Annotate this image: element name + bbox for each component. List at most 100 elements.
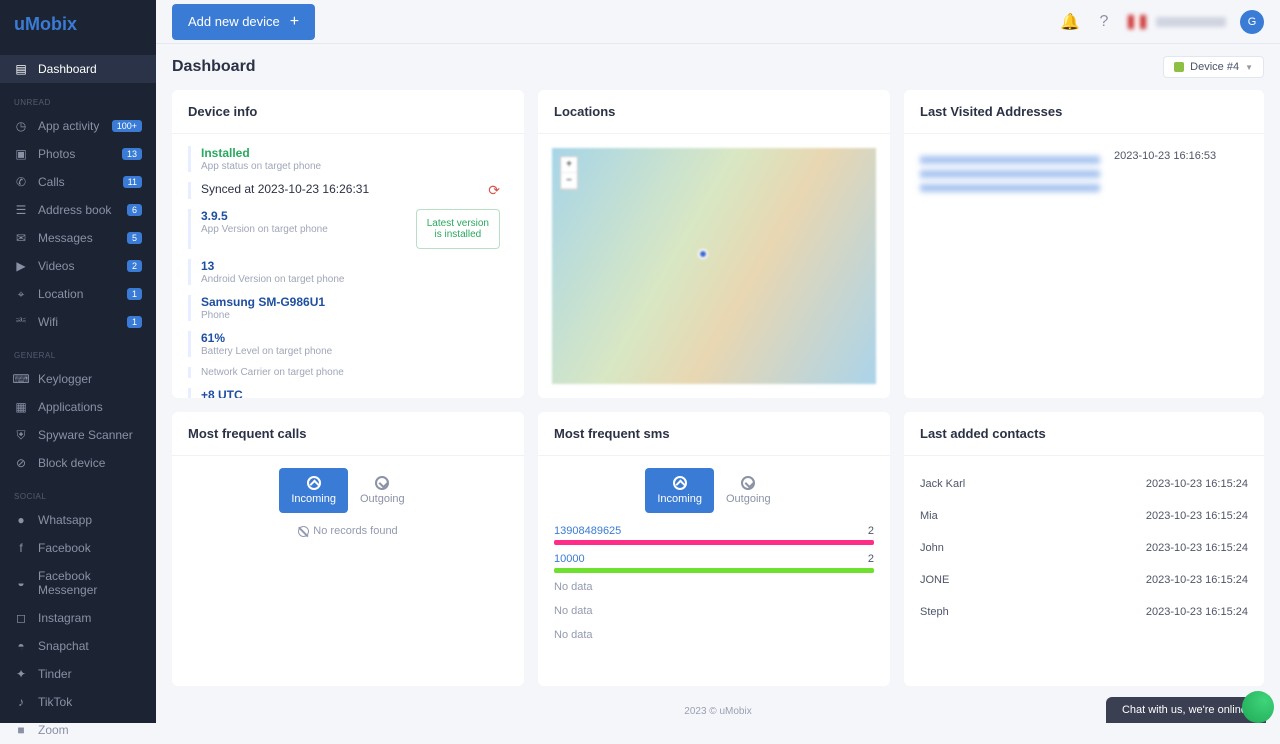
sidebar-section-unread: UNREAD (0, 83, 156, 112)
card-title: Last added contacts (904, 412, 1264, 456)
incoming-icon (307, 476, 321, 490)
sidebar-item-calls[interactable]: ✆ Calls 11 (0, 168, 156, 196)
messenger-icon: ◒ (14, 576, 28, 590)
badge: 1 (127, 316, 142, 328)
shield-icon: ⛨ (14, 428, 28, 442)
sms-number-link[interactable]: 13908489625 (554, 525, 621, 537)
sidebar-item-label: Zoom (38, 723, 142, 737)
zoom-out-icon[interactable]: − (561, 173, 577, 189)
sidebar-item-keylogger[interactable]: ⌨ Keylogger (0, 365, 156, 393)
dashboard-icon: ▤ (14, 62, 28, 76)
tab-outgoing[interactable]: Outgoing (348, 468, 417, 513)
card-calls: Most frequent calls Incoming Outgoing No… (172, 412, 524, 686)
logo[interactable]: uMobix (0, 0, 156, 35)
sms-count: 2 (868, 553, 874, 565)
badge: 100+ (112, 120, 142, 132)
avatar[interactable]: G (1240, 10, 1264, 34)
sidebar-item-tinder[interactable]: ✦ Tinder (0, 660, 156, 688)
sidebar-item-messenger[interactable]: ◒ Facebook Messenger (0, 562, 156, 604)
latest-version-pill: Latest version is installed (416, 209, 500, 249)
device-selector[interactable]: Device #4 ▼ (1163, 56, 1264, 78)
sidebar-item-label: Photos (38, 147, 112, 161)
sidebar-item-label: Facebook Messenger (38, 569, 142, 597)
video-icon: ▶ (14, 259, 28, 273)
version-pill-l1: Latest version (427, 218, 489, 229)
sidebar-item-block[interactable]: ⊘ Block device (0, 449, 156, 477)
sidebar-item-applications[interactable]: ▦ Applications (0, 393, 156, 421)
sidebar-item-location[interactable]: ⌖ Location 1 (0, 280, 156, 308)
sidebar-item-videos[interactable]: ▶ Videos 2 (0, 252, 156, 280)
sidebar-item-instagram[interactable]: ◻ Instagram (0, 604, 156, 632)
tab-outgoing[interactable]: Outgoing (714, 468, 783, 513)
tab-incoming[interactable]: Incoming (645, 468, 714, 513)
sidebar-item-label: Dashboard (38, 62, 142, 76)
contact-row: JONE2023-10-23 16:15:24 (920, 564, 1248, 596)
map[interactable]: +− (552, 148, 876, 384)
refresh-icon[interactable]: ⟳ (488, 182, 500, 199)
no-records: No records found (188, 525, 508, 537)
sidebar-item-zoom[interactable]: ■ Zoom (0, 716, 156, 744)
sidebar-item-snapchat[interactable]: ◓ Snapchat (0, 632, 156, 660)
activity-icon: ◷ (14, 119, 28, 133)
contact-timestamp: 2023-10-23 16:15:24 (1146, 478, 1248, 490)
sidebar-item-whatsapp[interactable]: ● Whatsapp (0, 506, 156, 534)
zoom-in-icon[interactable]: + (561, 157, 577, 173)
dashboard-grid: Device info Installed App status on targ… (156, 90, 1280, 700)
sidebar-item-label: Calls (38, 175, 113, 189)
sidebar-item-photos[interactable]: ▣ Photos 13 (0, 140, 156, 168)
contact-timestamp: 2023-10-23 16:15:24 (1146, 574, 1248, 586)
tab-label: Outgoing (726, 493, 771, 505)
sidebar-item-tiktok[interactable]: ♪ TikTok (0, 688, 156, 716)
sidebar-item-app-activity[interactable]: ◷ App activity 100+ (0, 112, 156, 140)
sidebar-item-address-book[interactable]: ☰ Address book 6 (0, 196, 156, 224)
sidebar-item-label: Instagram (38, 611, 142, 625)
user-name-blurred (1156, 17, 1226, 27)
tab-incoming[interactable]: Incoming (279, 468, 348, 513)
chevron-down-icon: ▼ (1245, 63, 1253, 72)
help-icon[interactable]: ? (1094, 12, 1114, 32)
map-zoom-controls[interactable]: +− (560, 156, 578, 190)
photo-icon: ▣ (14, 147, 28, 161)
add-device-button[interactable]: Add new device + (172, 4, 315, 40)
sidebar-item-messages[interactable]: ✉ Messages 5 (0, 224, 156, 252)
no-data: No data (554, 581, 874, 593)
chat-widget[interactable]: Chat with us, we're online! (1106, 697, 1266, 723)
sidebar-item-label: Spyware Scanner (38, 428, 142, 442)
incoming-icon (673, 476, 687, 490)
phone-icon: ✆ (14, 175, 28, 189)
whatsapp-icon: ● (14, 513, 28, 527)
sidebar-item-dashboard[interactable]: ▤ Dashboard (0, 55, 156, 83)
ban-icon (298, 526, 309, 537)
sidebar-item-facebook[interactable]: f Facebook (0, 534, 156, 562)
main: Add new device + 🔔 ? G Dashboard Device … (156, 0, 1280, 723)
contact-name: Steph (920, 606, 949, 618)
tab-label: Incoming (657, 493, 702, 505)
block-icon: ⊘ (14, 456, 28, 470)
tz-value: +8 UTC (201, 388, 500, 398)
topbar: Add new device + 🔔 ? G (156, 0, 1280, 44)
sidebar-item-wifi[interactable]: ⎃ Wifi 1 (0, 308, 156, 336)
sms-number-link[interactable]: 10000 (554, 553, 585, 565)
sidebar-item-spyware[interactable]: ⛨ Spyware Scanner (0, 421, 156, 449)
calls-toggle: Incoming Outgoing (188, 468, 508, 513)
contact-name: Jack Karl (920, 478, 965, 490)
card-body: Installed App status on target phone Syn… (172, 134, 524, 398)
contact-timestamp: 2023-10-23 16:15:24 (1146, 510, 1248, 522)
sidebar-item-label: Block device (38, 456, 142, 470)
notifications-icon[interactable]: 🔔 (1060, 12, 1080, 32)
card-body: +− (538, 134, 890, 398)
sms-count: 2 (868, 525, 874, 537)
app-version-value: 3.9.5 (201, 209, 416, 223)
scrollbar[interactable] (1252, 126, 1262, 396)
android-value: 13 (201, 259, 500, 273)
locale-flag[interactable] (1128, 15, 1146, 29)
address-row: 2023-10-23 16:16:53 (920, 146, 1248, 196)
card-body: Jack Karl2023-10-23 16:15:24 Mia2023-10-… (904, 456, 1264, 686)
sidebar-item-label: Wifi (38, 315, 117, 329)
card-title: Most frequent calls (172, 412, 524, 456)
battery-value: 61% (201, 331, 500, 345)
version-pill-l2: is installed (427, 229, 489, 240)
contact-row: John2023-10-23 16:15:24 (920, 532, 1248, 564)
card-sms: Most frequent sms Incoming Outgoing 1390… (538, 412, 890, 686)
outgoing-icon (375, 476, 389, 490)
